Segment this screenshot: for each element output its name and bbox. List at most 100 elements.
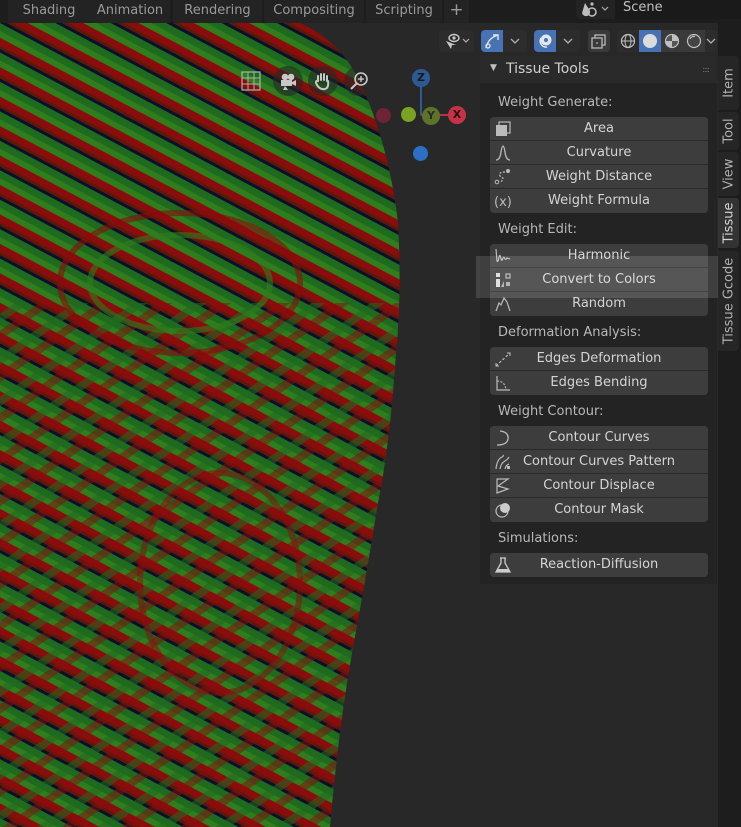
contour-curves-icon: [496, 430, 509, 446]
sidebar-tab-tissue[interactable]: Tissue: [718, 198, 739, 248]
overlays-options-chevron[interactable]: [556, 30, 580, 52]
harmonic-icon: [495, 248, 511, 263]
reaction-diffusion-button[interactable]: Reaction-Diffusion: [490, 553, 708, 577]
edges-bending-button[interactable]: Edges Bending: [490, 371, 708, 395]
scene-selector-button[interactable]: [576, 0, 618, 19]
section-label-simulations: Simulations:: [498, 531, 579, 546]
material-sphere-icon: [664, 33, 680, 49]
tissue-tools-panel: ▼ Tissue Tools :::: Weight Generate: Are…: [480, 56, 717, 584]
shading-rendered-button[interactable]: [683, 30, 705, 52]
panel-title: Tissue Tools: [506, 61, 590, 77]
sidebar-tab-tissue-gcode[interactable]: Tissue Gcode: [718, 251, 739, 351]
random-button[interactable]: Random: [490, 292, 708, 316]
curvature-button[interactable]: Curvature: [490, 141, 708, 165]
contour-curves-button[interactable]: Contour Curves: [490, 426, 708, 450]
contour-mask-icon: [495, 503, 510, 518]
button-label: Contour Mask: [554, 502, 644, 517]
formula-icon: (x): [494, 195, 512, 210]
weight-formula-button[interactable]: (x) Weight Formula: [490, 189, 708, 213]
section-label-deformation-analysis: Deformation Analysis:: [498, 325, 642, 340]
axis-z-handle[interactable]: Z: [412, 69, 430, 87]
sidebar-tab-strip: Item Tool View Tissue Tissue Gcode: [718, 23, 741, 827]
shading-mode-group: [617, 30, 717, 52]
section-label-weight-generate: Weight Generate:: [498, 95, 613, 110]
workspace-tab-compositing[interactable]: Compositing: [264, 0, 364, 23]
weight-distance-button[interactable]: Weight Distance: [490, 165, 708, 189]
axis-neg-y-handle[interactable]: [401, 107, 416, 122]
workspace-tab-scripting[interactable]: Scripting: [366, 0, 442, 23]
deformation-analysis-group: Edges Deformation Edges Bending: [490, 347, 708, 395]
button-label: Contour Curves Pattern: [522, 454, 676, 469]
contour-displace-button[interactable]: Contour Displace: [490, 474, 708, 498]
axis-neg-x-handle[interactable]: [376, 108, 391, 123]
workspace-tab-rendering[interactable]: Rendering: [173, 0, 262, 23]
weight-contour-group: Contour Curves Contour Curves Pattern Co…: [490, 426, 708, 522]
button-label: Contour Displace: [543, 478, 655, 493]
section-label-weight-contour: Weight Contour:: [498, 404, 604, 419]
harmonic-button[interactable]: Harmonic: [490, 244, 708, 268]
contour-mask-button[interactable]: Contour Mask: [490, 498, 708, 522]
shading-solid-button[interactable]: [639, 30, 661, 52]
camera-view-button[interactable]: [273, 66, 303, 96]
edges-bending-icon: [496, 376, 510, 391]
shading-material-button[interactable]: [661, 30, 683, 52]
area-button[interactable]: Area: [490, 117, 708, 141]
axis-gizmo[interactable]: Z Y X: [370, 63, 470, 163]
workspace-tab-animation[interactable]: Animation: [90, 0, 170, 23]
overlays-toggle-button[interactable]: [534, 30, 556, 52]
chevron-down-icon: [563, 38, 573, 44]
sidebar-tab-item[interactable]: Item: [718, 56, 739, 110]
convert-colors-icon: [496, 273, 511, 287]
visibility-selectability-dropdown[interactable]: [439, 30, 474, 52]
area-icon: [496, 121, 511, 136]
button-label: Weight Distance: [545, 169, 653, 184]
scene-icon: [582, 2, 609, 17]
drag-grip-icon[interactable]: ::::: [702, 65, 710, 74]
button-label: Edges Bending: [550, 375, 648, 390]
button-label: Contour Curves: [548, 430, 650, 445]
xray-toggle-button[interactable]: [588, 30, 610, 52]
toggle-grid-button[interactable]: [236, 66, 266, 96]
button-label: Edges Deformation: [536, 351, 662, 366]
contour-pattern-icon: [495, 454, 510, 470]
section-label-weight-edit: Weight Edit:: [498, 222, 577, 237]
random-icon: [495, 296, 511, 312]
eye-cursor-icon: [446, 33, 470, 49]
sidebar-tab-view[interactable]: View: [718, 152, 739, 196]
axis-x-handle[interactable]: X: [448, 106, 466, 124]
gizmo-options-chevron[interactable]: [503, 30, 527, 52]
edges-deformation-button[interactable]: Edges Deformation: [490, 347, 708, 371]
weight-generate-group: Area Curvature Weight Distance (x) Weigh…: [490, 117, 708, 213]
sidebar-tab-tool[interactable]: Tool: [718, 112, 739, 150]
gizmo-dropdown[interactable]: [481, 30, 527, 52]
shading-options-chevron[interactable]: [705, 30, 717, 52]
curvature-icon: [495, 145, 511, 161]
panel-header[interactable]: ▼ Tissue Tools ::::: [480, 56, 717, 83]
gizmo-toggle-button[interactable]: [481, 30, 503, 52]
hand-icon: [314, 73, 330, 91]
add-workspace-button[interactable]: +: [444, 0, 469, 23]
zoom-icon: [350, 72, 368, 90]
contour-curves-pattern-button[interactable]: Contour Curves Pattern: [490, 450, 708, 474]
overlay-icon: [539, 34, 552, 48]
scene-name-field[interactable]: Scene: [615, 0, 741, 19]
axis-y-handle[interactable]: Y: [422, 107, 440, 125]
shading-wireframe-button[interactable]: [617, 30, 639, 52]
wireframe-sphere-icon: [620, 33, 636, 49]
collapse-arrow-icon[interactable]: ▼: [490, 63, 497, 73]
chevron-down-icon: [706, 38, 716, 44]
weight-distance-icon: [494, 169, 510, 185]
overlays-dropdown[interactable]: [534, 30, 580, 52]
contour-displace-icon: [496, 478, 510, 494]
workspace-tab-shading[interactable]: Shading: [8, 0, 90, 23]
axis-neg-z-handle[interactable]: [413, 146, 428, 161]
button-label: Random: [572, 296, 626, 311]
svg-text:(x): (x): [494, 195, 512, 210]
edges-deformation-icon: [495, 352, 511, 367]
simulations-group: Reaction-Diffusion: [490, 553, 708, 577]
pan-view-button[interactable]: [308, 66, 338, 96]
workspace-tab-bar: Shading Animation Rendering Compositing …: [0, 0, 741, 23]
chevron-down-icon: [510, 38, 520, 44]
convert-to-colors-button[interactable]: Convert to Colors: [490, 268, 708, 292]
camera-icon: [281, 73, 296, 90]
